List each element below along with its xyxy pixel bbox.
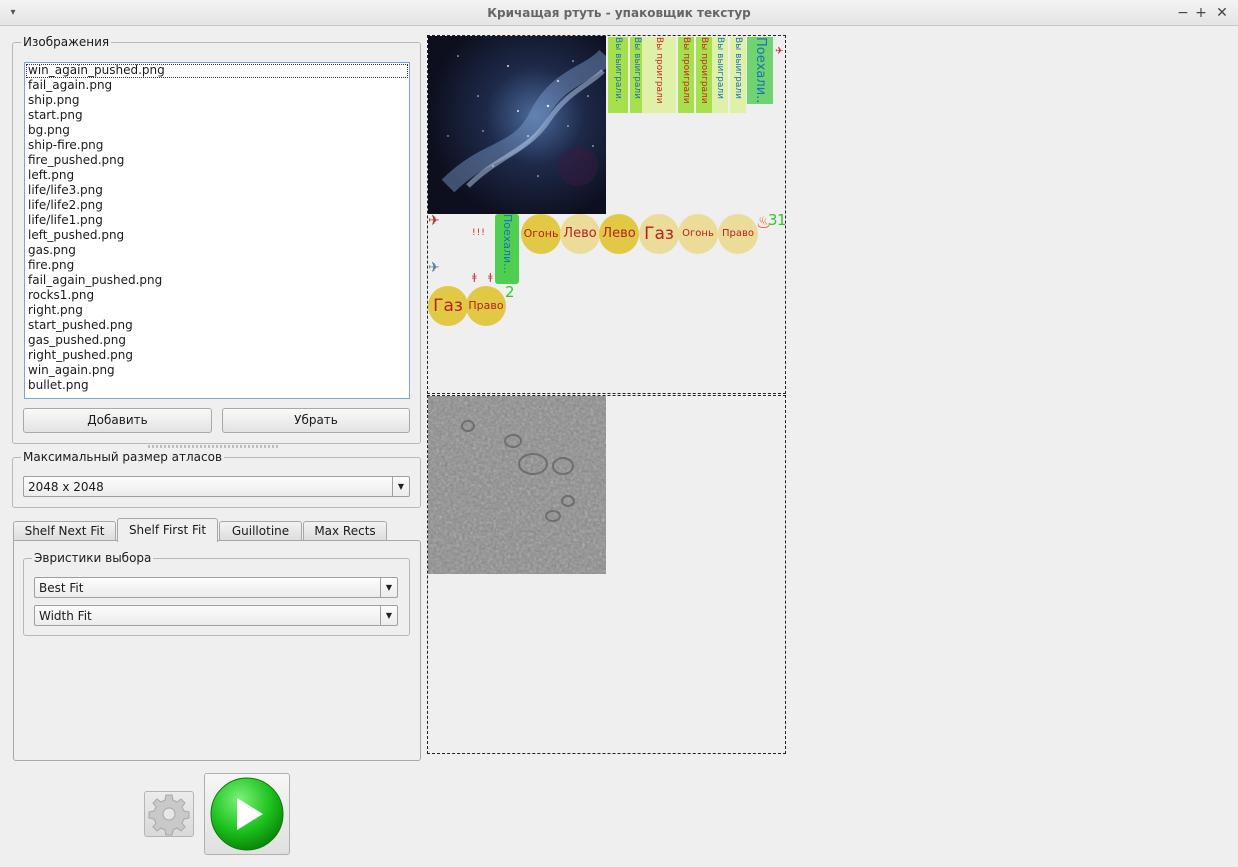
tab-guillotine[interactable]: Guillotine bbox=[219, 521, 302, 541]
ship-fire-icon: ✈ bbox=[428, 260, 440, 276]
list-item[interactable]: fail_again_pushed.png bbox=[25, 273, 409, 288]
list-item[interactable]: fire.png bbox=[25, 258, 409, 273]
chevron-down-icon: ▼ bbox=[380, 606, 397, 625]
close-icon[interactable]: ✕ bbox=[1213, 4, 1231, 22]
list-item[interactable]: ship.png bbox=[25, 93, 409, 108]
atlas-size-select[interactable]: 2048 x 2048 ▼ bbox=[23, 476, 410, 497]
list-item[interactable]: bg.png bbox=[25, 123, 409, 138]
vertical-label-sprite: Вы выиграли bbox=[712, 37, 728, 113]
gear-icon bbox=[148, 794, 190, 836]
bg-image bbox=[428, 36, 606, 214]
heuristic-value-1: Best Fit bbox=[39, 581, 84, 595]
run-pack-button[interactable] bbox=[204, 773, 290, 855]
tab-shelf-first-fit[interactable]: Shelf First Fit bbox=[117, 518, 218, 542]
ship-icon: ✈ bbox=[428, 213, 440, 229]
list-item[interactable]: start_pushed.png bbox=[25, 318, 409, 333]
title-bar: ▾ Кричащая ртуть - упаковщик текстур − +… bbox=[0, 0, 1238, 26]
minimize-icon[interactable]: − bbox=[1174, 4, 1192, 22]
list-item[interactable]: start.png bbox=[25, 108, 409, 123]
list-item[interactable]: fail_again.png bbox=[25, 78, 409, 93]
ship-top-icon: ✈ bbox=[775, 46, 784, 57]
heuristic-select-1[interactable]: Best Fit ▼ bbox=[34, 577, 398, 598]
atlas-size-value: 2048 x 2048 bbox=[28, 480, 104, 494]
list-item[interactable]: right_pushed.png bbox=[25, 348, 409, 363]
atlas-preview-2 bbox=[427, 395, 786, 754]
atlas-size-group-title: Максимальный размер атласов bbox=[21, 450, 225, 464]
list-item[interactable]: gas.png bbox=[25, 243, 409, 258]
play-icon bbox=[210, 777, 284, 851]
button-sprite: Право bbox=[718, 214, 758, 254]
list-item[interactable]: left.png bbox=[25, 168, 409, 183]
list-item[interactable]: bullet.png bbox=[25, 378, 409, 393]
window-title: Кричащая ртуть - упаковщик текстур bbox=[487, 6, 751, 20]
settings-button[interactable] bbox=[144, 791, 194, 837]
list-item[interactable]: life/life2.png bbox=[25, 198, 409, 213]
atlas-preview-1: Вы выиграли. Вы выиграли Вы проиграли Вы пр… bbox=[427, 35, 787, 394]
vertical-label-sprite: Вы выиграли. bbox=[608, 37, 628, 113]
chevron-down-icon: ▼ bbox=[380, 578, 397, 597]
life-number-2: 2 bbox=[505, 283, 515, 301]
go-label-mid: Поехали... bbox=[495, 214, 519, 284]
bullets-sprite: !!! bbox=[472, 228, 486, 238]
button-sprite: Газ bbox=[639, 214, 679, 254]
button-sprite: Лево bbox=[560, 214, 600, 254]
button-sprite: Лево bbox=[599, 214, 639, 254]
button-sprite: Огонь bbox=[521, 214, 561, 254]
vertical-label-sprite: Вы проиграли bbox=[696, 37, 712, 113]
heuristics-group-title: Эвристики выбора bbox=[32, 551, 154, 565]
button-sprite: Право bbox=[466, 286, 506, 326]
list-item[interactable]: rocks1.png bbox=[25, 288, 409, 303]
button-sprite: Огонь bbox=[678, 214, 718, 254]
tab-shelf-next-fit[interactable]: Shelf Next Fit bbox=[13, 521, 116, 541]
remove-button[interactable]: Убрать bbox=[222, 408, 410, 433]
list-item[interactable]: life/life3.png bbox=[25, 183, 409, 198]
list-item[interactable]: ship-fire.png bbox=[25, 138, 409, 153]
button-sprite: Газ bbox=[428, 286, 468, 326]
splitter-handle[interactable] bbox=[148, 445, 280, 448]
list-item[interactable]: gas_pushed.png bbox=[25, 333, 409, 348]
vertical-label-sprite: Вы проиграли bbox=[642, 37, 676, 113]
vertical-label-sprite: Вы проиграли bbox=[678, 37, 694, 113]
heuristic-select-2[interactable]: Width Fit ▼ bbox=[34, 605, 398, 626]
list-item[interactable]: fire_pushed.png bbox=[25, 153, 409, 168]
list-item[interactable]: life/life1.png bbox=[25, 213, 409, 228]
heuristic-value-2: Width Fit bbox=[39, 609, 92, 623]
add-button[interactable]: Добавить bbox=[23, 408, 212, 433]
life-number-1: 1 bbox=[777, 211, 787, 229]
list-item[interactable]: right.png bbox=[25, 303, 409, 318]
image-file-list[interactable]: win_again_pushed.png fail_again.png ship.p… bbox=[24, 62, 410, 399]
tab-max-rects[interactable]: Max Rects bbox=[303, 521, 387, 541]
rocks-image bbox=[428, 396, 606, 574]
list-item[interactable]: left_pushed.png bbox=[25, 228, 409, 243]
list-item[interactable]: win_again.png bbox=[25, 363, 409, 378]
vertical-label-sprite: Вы выиграли bbox=[730, 37, 746, 113]
images-group-title: Изображения bbox=[21, 35, 112, 49]
life-icon-a: ǂ bbox=[472, 272, 477, 283]
list-item[interactable]: win_again_pushed.png bbox=[26, 64, 408, 78]
life-icon-b: ǂ bbox=[488, 272, 493, 283]
maximize-icon[interactable]: + bbox=[1192, 4, 1210, 22]
chevron-down-icon: ▼ bbox=[392, 477, 409, 496]
go-label-top: Поехали... bbox=[747, 37, 773, 104]
